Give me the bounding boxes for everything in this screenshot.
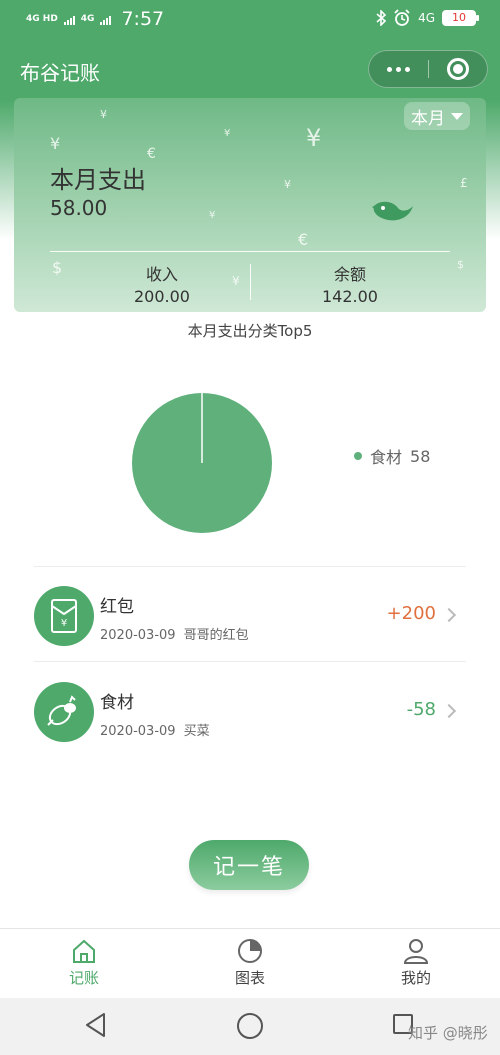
capsule-divider [428, 60, 429, 78]
status-bar: 4G HD 4G 7:57 4G 10 [0, 0, 500, 40]
record-item-red-envelope[interactable]: ¥ 红包 2020-03-09 哥哥的红包 +200 [0, 568, 500, 660]
app-header: 布谷记账 [0, 40, 500, 100]
record-date: 2020-03-09 [100, 724, 176, 739]
legend-dot [354, 452, 362, 460]
network-label-right: 4G [418, 11, 435, 25]
record-amount: -58 [406, 699, 436, 720]
card-divider [50, 251, 450, 252]
target-icon[interactable] [447, 58, 469, 80]
home-icon [73, 939, 95, 963]
tab-bookkeeping[interactable]: 记账 [24, 937, 144, 988]
status-left: 4G HD 4G 7:57 [26, 8, 164, 30]
expense-label: 本月支出 [50, 166, 146, 194]
bird-icon [372, 201, 413, 221]
period-label: 本月 [411, 108, 445, 129]
caret-down-icon [451, 112, 463, 120]
app-title: 布谷记账 [20, 61, 100, 85]
tab-charts[interactable]: 图表 [190, 937, 310, 988]
yen-decor-icon: ¥ [100, 108, 107, 121]
user-icon [403, 939, 429, 964]
svg-text:¥: ¥ [61, 618, 67, 629]
yen-decor-icon: ¥ [306, 124, 322, 152]
tab-label: 图表 [234, 969, 265, 987]
battery-icon: 10 [442, 10, 479, 26]
chevron-right-icon [441, 703, 457, 719]
signal-icon [63, 15, 75, 25]
tab-mine[interactable]: 我的 [356, 937, 476, 988]
add-record-button[interactable]: 记一笔 [189, 840, 309, 890]
alarm-icon [394, 9, 410, 26]
pound-decor-icon: £ [460, 176, 468, 190]
bluetooth-icon [376, 10, 387, 26]
status-time: 7:57 [121, 8, 165, 30]
mini-program-capsule [368, 50, 488, 88]
euro-decor-icon: € [147, 146, 156, 162]
income-label: 收入 [145, 265, 178, 284]
yen-decor-icon: ¥ [209, 210, 216, 221]
more-dots-icon[interactable] [369, 51, 428, 87]
network-label-2: 4G [80, 13, 95, 24]
red-envelope-icon: ¥ [34, 586, 94, 646]
dollar-decor-icon: $ [457, 258, 464, 271]
tab-label: 记账 [68, 969, 99, 987]
back-triangle-icon[interactable] [84, 1012, 108, 1038]
record-meta: 2020-03-09 买菜 [100, 720, 210, 739]
dollar-decor-icon: $ [52, 258, 63, 277]
record-item-vegetables[interactable]: 食材 2020-03-09 买菜 -58 [0, 664, 500, 756]
income-stat: 收入 200.00 [82, 264, 242, 308]
yen-decor-icon: ¥ [50, 134, 61, 153]
balance-value: 142.00 [322, 287, 378, 306]
record-note: 哥哥的红包 [183, 628, 249, 643]
chevron-right-icon [441, 607, 457, 623]
income-value: 200.00 [134, 287, 190, 306]
yen-decor-icon: ¥ [284, 178, 291, 191]
vegetables-icon [34, 682, 94, 742]
tab-bar: 记账 图表 我的 [0, 928, 500, 998]
tab-label: 我的 [400, 969, 431, 987]
chart-title: 本月支出分类Top5 [187, 322, 313, 340]
record-date: 2020-03-09 [100, 628, 176, 643]
expense-value: 58.00 [50, 196, 108, 220]
stat-separator [250, 264, 251, 300]
balance-stat: 余额 142.00 [270, 264, 430, 308]
watermark: 知乎 @晓彤 [408, 1024, 488, 1042]
network-label-1: 4G HD [26, 13, 58, 24]
period-selector[interactable]: 本月 [404, 102, 470, 130]
record-note: 买菜 [183, 724, 210, 739]
legend-value: 58 [410, 446, 431, 466]
summary-card: ¥ € ¥ ¥ ¥ ¥ € $ £ $ ¥ ¥ 本月 本月支出 58.00 收入… [14, 98, 486, 312]
signal-icon-2 [100, 15, 112, 25]
chart-legend: 食材 58 [354, 444, 430, 468]
record-meta: 2020-03-09 哥哥的红包 [100, 624, 249, 643]
status-right: 4G 10 [376, 9, 479, 27]
record-amount: +200 [386, 603, 436, 624]
record-category: 食材 [100, 693, 134, 713]
yen-decor-icon: ¥ [224, 128, 231, 139]
legend-label: 食材 [370, 448, 403, 467]
expense-pie-chart[interactable] [130, 391, 274, 535]
divider [34, 566, 466, 567]
home-circle-icon[interactable] [237, 1013, 263, 1039]
divider [34, 661, 466, 662]
record-category: 红包 [100, 597, 134, 617]
pie-chart-icon [238, 939, 262, 963]
balance-label: 余额 [333, 265, 366, 284]
euro-decor-icon: € [298, 230, 309, 249]
